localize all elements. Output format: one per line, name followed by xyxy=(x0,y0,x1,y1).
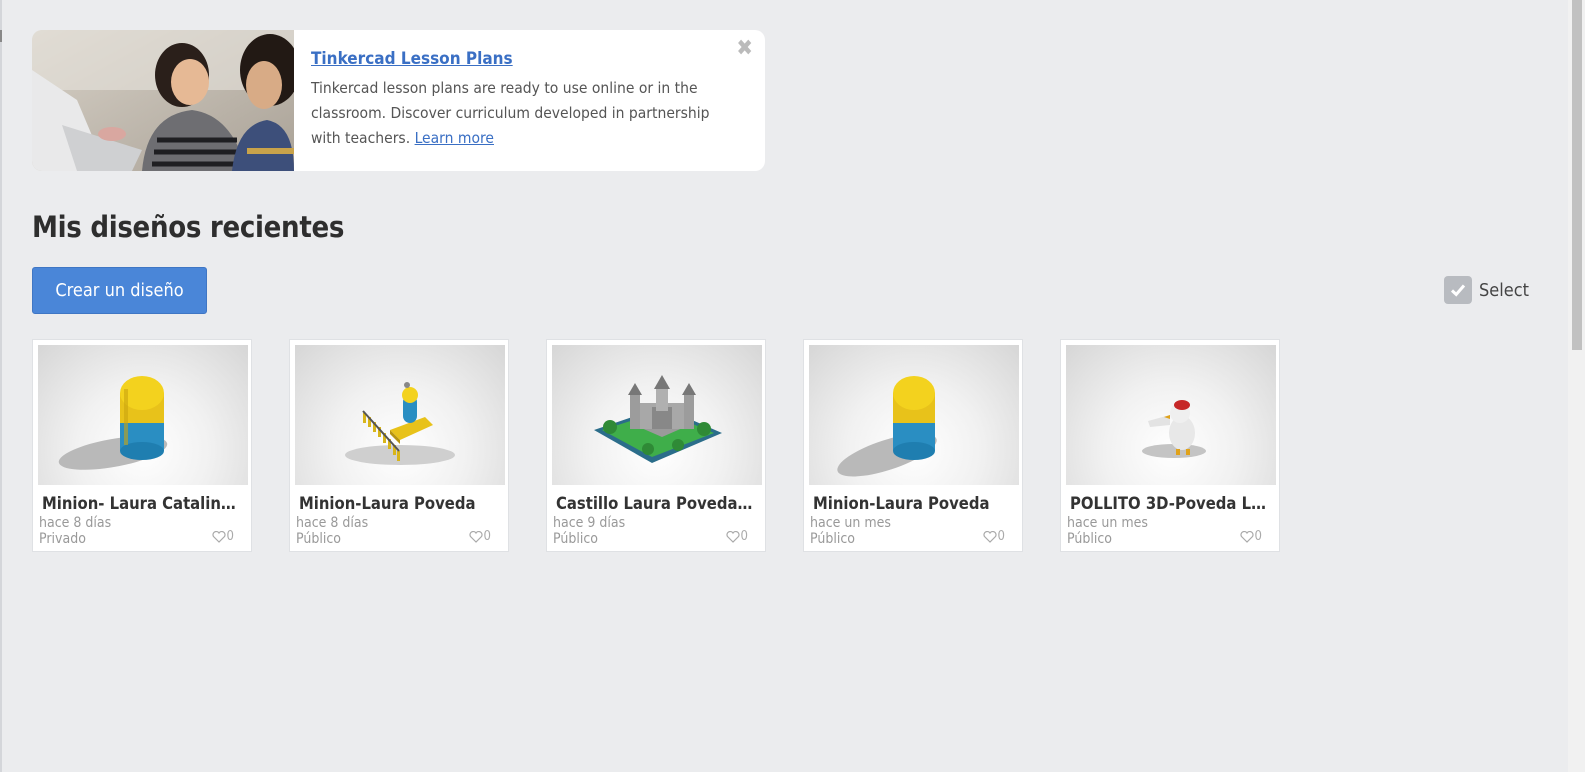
banner-text: Tinkercad lesson plans are ready to use … xyxy=(311,79,710,147)
design-title: Minion-Laura Poveda xyxy=(299,494,476,513)
banner-description: Tinkercad lesson plans are ready to use … xyxy=(311,76,743,151)
like-count: 0 xyxy=(226,529,234,544)
select-toggle[interactable]: Select xyxy=(1444,276,1529,304)
heart-icon[interactable] xyxy=(1239,530,1254,543)
design-thumbnail[interactable] xyxy=(552,345,762,485)
design-title: Minion- Laura Catalina ... xyxy=(42,494,242,513)
design-card[interactable]: Minion-Laura Poveda hace 8 días Público … xyxy=(289,339,509,552)
banner-photo xyxy=(32,30,294,171)
like-count: 0 xyxy=(1254,529,1262,544)
likes[interactable]: 0 xyxy=(725,529,748,544)
like-count: 0 xyxy=(740,529,748,544)
heart-icon[interactable] xyxy=(725,530,740,543)
vertical-scrollbar[interactable] xyxy=(1568,0,1585,772)
likes[interactable]: 0 xyxy=(468,529,491,544)
design-title: Castillo Laura Poveda 7a xyxy=(556,494,756,513)
left-panel-edge xyxy=(0,0,2,772)
like-count: 0 xyxy=(997,529,1005,544)
checkmark-icon[interactable] xyxy=(1444,276,1472,304)
design-title: Minion-Laura Poveda xyxy=(813,494,990,513)
likes[interactable]: 0 xyxy=(982,529,1005,544)
close-icon[interactable]: ✖ xyxy=(736,38,753,60)
page: Tinkercad Lesson Plans Tinkercad lesson … xyxy=(0,0,1585,772)
heart-icon[interactable] xyxy=(982,530,997,543)
lesson-plans-banner: Tinkercad Lesson Plans Tinkercad lesson … xyxy=(32,30,765,171)
banner-body: Tinkercad Lesson Plans Tinkercad lesson … xyxy=(294,30,765,171)
scrollbar-thumb[interactable] xyxy=(1572,0,1582,350)
like-count: 0 xyxy=(483,529,491,544)
section-title: Mis diseños recientes xyxy=(32,210,345,244)
create-design-button[interactable]: Crear un diseño xyxy=(32,267,207,314)
likes[interactable]: 0 xyxy=(211,529,234,544)
design-thumbnail[interactable] xyxy=(38,345,248,485)
design-thumbnail[interactable] xyxy=(809,345,1019,485)
select-label: Select xyxy=(1479,279,1529,301)
learn-more-link[interactable]: Learn more xyxy=(415,129,494,147)
likes[interactable]: 0 xyxy=(1239,529,1262,544)
banner-title-link[interactable]: Tinkercad Lesson Plans xyxy=(311,49,513,69)
design-title: POLLITO 3D-Poveda La... xyxy=(1070,494,1270,513)
design-card[interactable]: Minion-Laura Poveda hace un mes Público … xyxy=(803,339,1023,552)
design-card[interactable]: POLLITO 3D-Poveda La... hace un mes Públ… xyxy=(1060,339,1280,552)
heart-icon[interactable] xyxy=(468,530,483,543)
heart-icon[interactable] xyxy=(211,530,226,543)
design-grid: Minion- Laura Catalina ... hace 8 días P… xyxy=(32,339,1280,552)
design-card[interactable]: Minion- Laura Catalina ... hace 8 días P… xyxy=(32,339,252,552)
design-thumbnail[interactable] xyxy=(1066,345,1276,485)
design-thumbnail[interactable] xyxy=(295,345,505,485)
design-card[interactable]: Castillo Laura Poveda 7a hace 9 días Púb… xyxy=(546,339,766,552)
